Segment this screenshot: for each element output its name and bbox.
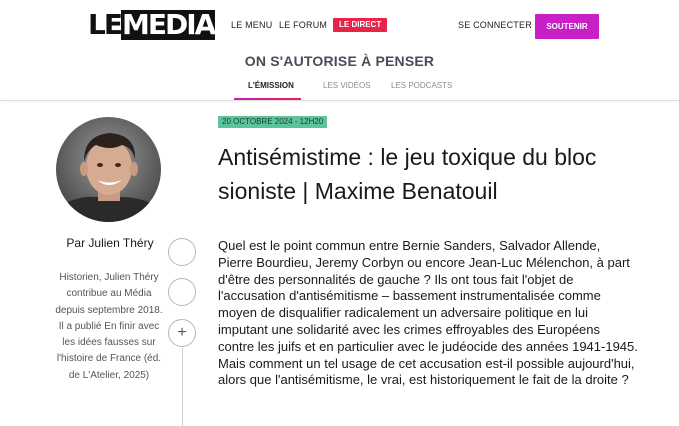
author-portrait-icon: [56, 117, 161, 222]
logo-part-le: LE: [88, 8, 123, 41]
share-button-1[interactable]: [168, 238, 196, 266]
plus-icon: +: [177, 324, 187, 341]
show-title: ON S'AUTORISE À PENSER: [244, 53, 435, 69]
nav-live-badge[interactable]: LE DIRECT: [333, 18, 388, 32]
login-link[interactable]: SE CONNECTER: [458, 20, 532, 30]
header-divider: [0, 100, 679, 101]
author-name[interactable]: Par Julien Théry: [40, 236, 180, 250]
tab-podcasts[interactable]: LES PODCASTS: [391, 81, 452, 90]
nav-menu-link[interactable]: LE MENU: [231, 20, 272, 30]
author-avatar[interactable]: [56, 117, 161, 222]
nav-forum-link[interactable]: LE FORUM: [279, 20, 327, 30]
article-lede: Quel est le point commun entre Bernie Sa…: [218, 238, 638, 388]
site-logo[interactable]: LE MEDIA: [88, 8, 216, 41]
tab-emission[interactable]: L'ÉMISSION: [248, 81, 294, 90]
more-share-button[interactable]: +: [168, 319, 196, 347]
date-badge: 20 OCTOBRE 2024 - 12H20: [218, 116, 328, 128]
share-button-2[interactable]: [168, 278, 196, 306]
tab-videos[interactable]: LES VIDÉOS: [323, 81, 371, 90]
share-rail-line: [182, 348, 183, 426]
top-nav-bar: LE MEDIA LE MENU LE FORUM LE DIRECT SE C…: [0, 0, 679, 50]
logo-part-media: MEDIA: [120, 8, 216, 41]
support-button[interactable]: SOUTENIR: [535, 14, 599, 39]
author-bio: Historien, Julien Théry contribue au Méd…: [55, 272, 163, 381]
article-title: Antisémistime : le jeu toxique du bloc s…: [218, 144, 597, 204]
